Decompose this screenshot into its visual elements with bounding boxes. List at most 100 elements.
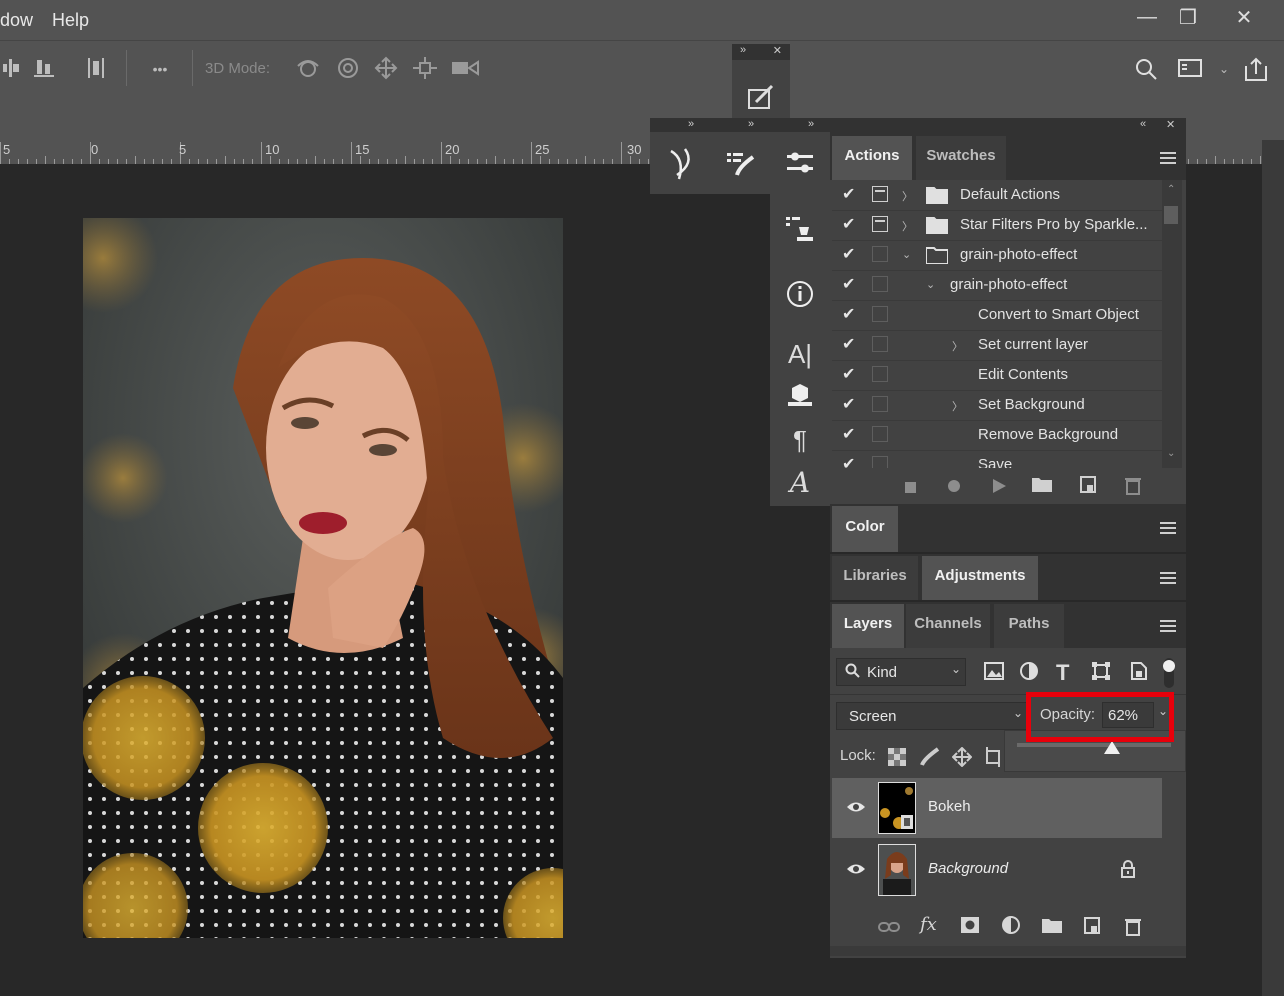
restore-button[interactable]: ❐ — [1163, 2, 1213, 32]
blend-mode-select[interactable]: Screen ⌄ — [836, 702, 1028, 730]
character-icon[interactable]: A| — [771, 330, 829, 378]
align-left-icon[interactable] — [0, 56, 28, 82]
tab-swatches[interactable]: Swatches — [916, 136, 1006, 180]
tab-channels[interactable]: Channels — [906, 604, 990, 648]
new-layer-icon[interactable] — [1084, 916, 1102, 939]
tab-color[interactable]: Color — [832, 506, 898, 552]
panel-resize-grip[interactable] — [830, 946, 1186, 956]
visibility-eye-icon[interactable] — [846, 862, 866, 876]
new-adjustment-layer-icon[interactable] — [1002, 916, 1022, 941]
menu-help[interactable]: Help — [52, 10, 89, 31]
toggle-check-icon[interactable]: ✔ — [842, 304, 855, 324]
close-panel-icon[interactable]: ✕ — [1166, 118, 1175, 131]
info-icon[interactable] — [771, 270, 829, 318]
scroll-thumb[interactable] — [1164, 206, 1178, 224]
actions-scrollbar[interactable]: ⌃ ⌄ — [1162, 180, 1182, 468]
vertical-scrollbar[interactable] — [1262, 140, 1284, 996]
align-bottom-icon[interactable] — [30, 56, 58, 82]
3d-pan-icon[interactable] — [372, 56, 400, 82]
menu-window[interactable]: dow — [0, 10, 33, 31]
lock-transparency-icon[interactable] — [888, 748, 906, 771]
play-icon[interactable] — [992, 477, 1006, 498]
3d-slide-icon[interactable] — [411, 56, 439, 82]
toggle-check-icon[interactable]: ✔ — [842, 334, 855, 354]
dialog-toggle[interactable] — [872, 456, 888, 468]
expand-icon[interactable]: » — [808, 118, 814, 130]
delete-layer-icon[interactable] — [1124, 916, 1142, 941]
layers-list[interactable]: Bokeh Background — [832, 778, 1162, 902]
chevron-down-icon[interactable]: ⌄ — [902, 248, 911, 261]
layer-row[interactable]: Bokeh — [832, 778, 1162, 838]
brush-settings-icon[interactable] — [652, 140, 710, 188]
trash-icon[interactable] — [1124, 475, 1142, 500]
3d-camera-icon[interactable] — [450, 56, 479, 82]
panel-menu-icon[interactable] — [1160, 522, 1176, 534]
chevron-right-icon[interactable]: 〉 — [952, 338, 963, 354]
fx-icon[interactable]: fx — [920, 914, 937, 935]
search-icon[interactable] — [1132, 56, 1160, 82]
lock-pixels-icon[interactable] — [920, 747, 940, 772]
toggle-check-icon[interactable]: ✔ — [842, 454, 855, 468]
dialog-toggle[interactable] — [872, 426, 888, 442]
toggle-check-icon[interactable]: ✔ — [842, 244, 855, 264]
collapse-icon[interactable]: « — [1140, 118, 1146, 130]
close-icon[interactable]: ✕ — [773, 44, 782, 60]
clone-source-icon[interactable] — [771, 204, 829, 252]
glyphs-icon[interactable]: A — [771, 458, 829, 506]
dialog-toggle[interactable] — [872, 276, 888, 292]
share-icon[interactable] — [1242, 56, 1270, 82]
toggle-check-icon[interactable]: ✔ — [842, 184, 855, 204]
close-button[interactable]: ✕ — [1219, 2, 1269, 32]
panel-menu-icon[interactable] — [1160, 152, 1176, 164]
scroll-down-icon[interactable]: ⌄ — [1167, 448, 1175, 459]
stop-icon[interactable] — [905, 478, 917, 499]
dialog-toggle[interactable] — [872, 186, 888, 202]
3d-orbit-icon[interactable] — [294, 56, 322, 82]
3d-icon[interactable] — [771, 372, 829, 420]
chevron-right-icon[interactable]: 〉 — [902, 218, 913, 234]
new-group-icon[interactable] — [1042, 917, 1062, 938]
dialog-toggle[interactable] — [872, 396, 888, 412]
layer-row[interactable]: Background — [832, 840, 1162, 900]
adjustment-filter-icon[interactable] — [1020, 662, 1038, 685]
filter-toggle[interactable] — [1163, 658, 1176, 688]
3d-roll-icon[interactable] — [334, 56, 362, 82]
tab-libraries[interactable]: Libraries — [832, 556, 918, 600]
dialog-toggle[interactable] — [872, 336, 888, 352]
expand-icon[interactable]: » — [740, 44, 746, 60]
panel-menu-icon[interactable] — [1160, 620, 1176, 632]
link-layers-icon[interactable] — [878, 918, 900, 939]
toggle-check-icon[interactable]: ✔ — [842, 394, 855, 414]
action-row[interactable]: ✔ 〉 Set Background — [832, 390, 1162, 421]
chevron-down-icon[interactable]: ⌄ — [926, 278, 935, 291]
workspace-icon[interactable] — [1176, 56, 1204, 82]
lock-artboard-icon[interactable] — [984, 747, 1002, 772]
more-options-button[interactable]: ••• — [146, 56, 174, 82]
tab-paths[interactable]: Paths — [994, 604, 1064, 648]
tab-actions[interactable]: Actions — [832, 136, 912, 180]
toggle-check-icon[interactable]: ✔ — [842, 274, 855, 294]
expand-icon[interactable]: » — [688, 118, 694, 130]
smart-object-filter-icon[interactable] — [1130, 662, 1148, 685]
brushes-icon[interactable] — [712, 140, 770, 188]
layers-scrollbar[interactable] — [1162, 778, 1184, 902]
document-image[interactable] — [83, 218, 563, 938]
pixel-filter-icon[interactable] — [984, 662, 1004, 685]
dialog-toggle[interactable] — [872, 306, 888, 322]
tab-adjustments[interactable]: Adjustments — [922, 556, 1038, 600]
dialog-toggle[interactable] — [872, 216, 888, 232]
visibility-eye-icon[interactable] — [846, 800, 866, 814]
expand-icon[interactable]: » — [748, 118, 754, 130]
panel-menu-icon[interactable] — [1160, 572, 1176, 584]
chevron-right-icon[interactable]: 〉 — [902, 188, 913, 204]
action-row[interactable]: ✔ Convert to Smart Object — [832, 300, 1162, 331]
distribute-icon[interactable] — [82, 56, 110, 82]
opacity-slider-track[interactable] — [1017, 743, 1171, 747]
add-mask-icon[interactable] — [960, 916, 980, 939]
tab-layers[interactable]: Layers — [832, 604, 904, 648]
action-row[interactable]: ✔ Edit Contents — [832, 360, 1162, 391]
filter-kind-select[interactable]: Kind ⌄ — [836, 658, 966, 686]
action-row[interactable]: ✔ 〉 Default Actions — [832, 180, 1162, 211]
layer-name[interactable]: Background — [928, 860, 1008, 877]
action-row[interactable]: ✔ ⌄ grain-photo-effect — [832, 240, 1162, 271]
